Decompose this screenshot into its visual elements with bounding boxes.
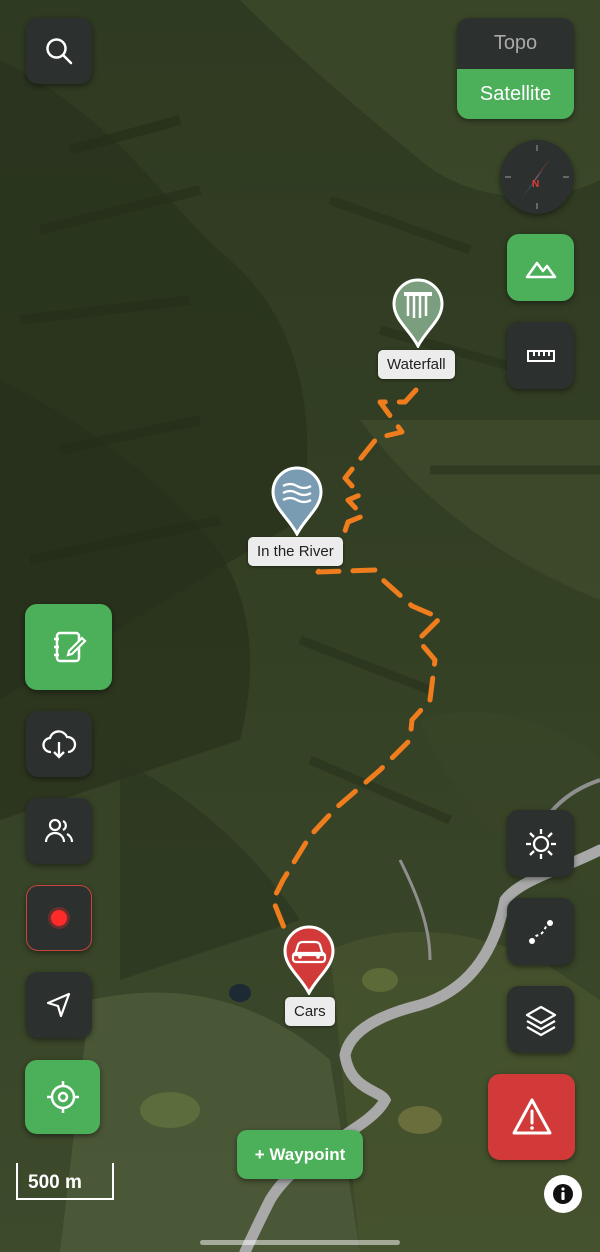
layers-button[interactable] [507, 986, 574, 1053]
water-waves-icon [271, 466, 323, 538]
navigation-button[interactable] [26, 972, 92, 1038]
sos-alert-button[interactable] [488, 1074, 575, 1160]
locate-me-button[interactable] [25, 1060, 100, 1134]
waterfall-icon [392, 278, 444, 350]
target-icon [46, 1081, 79, 1113]
offline-download-button[interactable] [26, 711, 92, 777]
map-mode-toggle: Topo Satellite [457, 18, 574, 119]
notebook-icon [53, 631, 87, 663]
info-icon [553, 1184, 573, 1204]
scale-label: 500 m [28, 1172, 82, 1193]
record-button[interactable] [26, 885, 92, 951]
topo-mode-button[interactable]: Topo [457, 18, 574, 69]
cars-marker[interactable] [283, 925, 335, 1000]
river-marker[interactable] [271, 466, 323, 541]
ruler-icon [526, 349, 555, 362]
measure-button[interactable] [507, 322, 574, 389]
marker-label: Waterfall [378, 350, 455, 379]
terrain-button[interactable] [507, 234, 574, 301]
people-icon [44, 818, 74, 843]
compass-button[interactable]: N [500, 140, 574, 214]
people-button[interactable] [26, 798, 92, 864]
notebook-button[interactable] [25, 604, 112, 690]
waterfall-marker[interactable] [392, 278, 444, 353]
home-indicator[interactable] [200, 1240, 400, 1245]
navigation-arrow-icon [46, 992, 71, 1018]
marker-label: Cars [285, 997, 335, 1026]
map-scale: 500 m [16, 1163, 116, 1203]
info-button[interactable] [544, 1175, 582, 1213]
search-icon [46, 38, 73, 65]
brightness-icon [525, 828, 556, 859]
search-button[interactable] [26, 18, 92, 84]
brightness-button[interactable] [507, 810, 574, 877]
layers-icon [525, 1005, 556, 1036]
route-button[interactable] [507, 898, 574, 965]
svg-text:N: N [532, 179, 539, 190]
cloud-download-icon [42, 730, 77, 759]
marker-label: In the River [248, 537, 343, 566]
terrain-icon [525, 261, 556, 278]
alert-triangle-icon [512, 1098, 551, 1135]
record-icon [48, 907, 70, 929]
add-waypoint-button[interactable]: + Waypoint [237, 1130, 363, 1179]
compass-icon: N [505, 145, 569, 209]
satellite-mode-button[interactable]: Satellite [457, 69, 574, 119]
route-icon [528, 919, 553, 944]
car-icon [283, 925, 335, 997]
